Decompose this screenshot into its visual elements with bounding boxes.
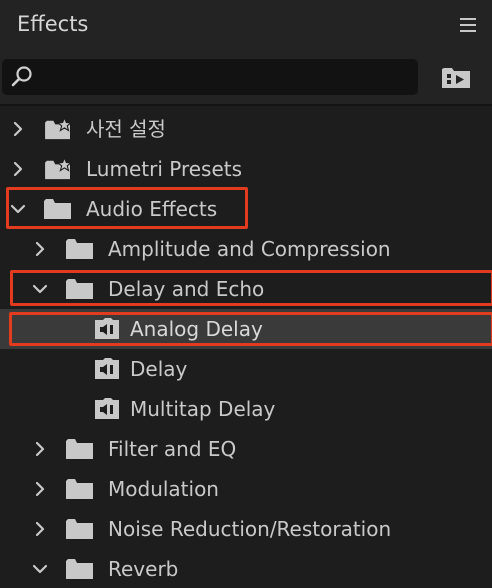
preset-folder-icon (45, 157, 73, 180)
tree-item-label: Audio Effects (86, 197, 218, 221)
folder-icon (66, 279, 93, 299)
preset-folder-icon (45, 117, 73, 140)
tree-item-folder[interactable]: Audio Effects (0, 189, 492, 229)
search-icon (11, 66, 32, 87)
tree-item-folder[interactable]: 사전 설정 (0, 109, 492, 149)
folder-icon (44, 199, 71, 219)
audio-effect-icon (95, 398, 119, 419)
folder-icon (66, 479, 93, 499)
tree-item-label: Filter and EQ (108, 437, 237, 461)
tree-item-label: Amplitude and Compression (108, 237, 391, 261)
chevron-right-icon[interactable] (10, 161, 26, 177)
hamburger-menu-icon[interactable] (459, 17, 477, 33)
tree-item-label: Noise Reduction/Restoration (108, 517, 392, 541)
chevron-down-icon[interactable] (32, 281, 48, 297)
effects-panel: Effects 사전 설정 Lumetri Presets Audio Effect… (0, 0, 492, 588)
search-row (0, 50, 492, 104)
tree-item-folder[interactable]: Delay and Echo (0, 269, 492, 309)
tree-item-label: Delay and Echo (108, 277, 265, 301)
search-input[interactable] (42, 63, 406, 93)
folder-icon (66, 519, 93, 539)
divider (0, 104, 492, 106)
tree-item-folder[interactable]: Filter and EQ (0, 429, 492, 469)
tree-item-label: Multitap Delay (130, 397, 276, 421)
folder-icon (66, 559, 93, 579)
panel-header: Effects (0, 0, 492, 50)
panel-title: Effects (17, 12, 89, 36)
tree-item-label: Lumetri Presets (86, 157, 243, 181)
search-box[interactable] (2, 59, 418, 95)
tree-item-folder[interactable]: Lumetri Presets (0, 149, 492, 189)
tree-item-effect[interactable]: Delay (0, 349, 492, 389)
chevron-right-icon[interactable] (10, 121, 26, 137)
chevron-right-icon[interactable] (32, 241, 48, 257)
audio-effect-icon (95, 318, 119, 339)
chevron-right-icon[interactable] (32, 481, 48, 497)
chevron-right-icon[interactable] (32, 521, 48, 537)
tree-item-label: Analog Delay (130, 317, 263, 341)
new-custom-bin-icon[interactable] (440, 64, 476, 90)
chevron-down-icon[interactable] (32, 561, 48, 577)
tree-item-effect[interactable]: Analog Delay (0, 309, 492, 349)
tree-item-folder[interactable]: Modulation (0, 469, 492, 509)
tree-item-effect[interactable]: Multitap Delay (0, 389, 492, 429)
audio-effect-icon (95, 358, 119, 379)
folder-icon (66, 239, 93, 259)
tree-item-folder[interactable]: Noise Reduction/Restoration (0, 509, 492, 549)
tree-item-folder[interactable]: Amplitude and Compression (0, 229, 492, 269)
chevron-down-icon[interactable] (10, 201, 26, 217)
tree-item-label: Modulation (108, 477, 219, 501)
tree-item-label: Reverb (108, 557, 179, 581)
tree-item-label: Delay (130, 357, 188, 381)
folder-icon (66, 439, 93, 459)
tree-item-folder[interactable]: Reverb (0, 549, 492, 588)
chevron-right-icon[interactable] (32, 441, 48, 457)
tree-item-label: 사전 설정 (86, 117, 166, 141)
